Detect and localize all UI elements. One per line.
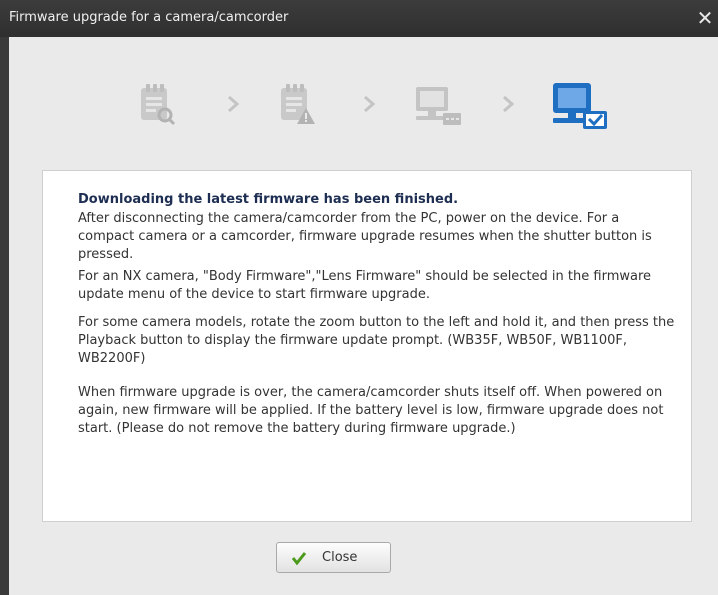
window-close-icon[interactable]: ✕ xyxy=(692,4,718,32)
title-bar: Firmware upgrade for a camera/camcorder … xyxy=(0,0,718,37)
message-paragraph: For some camera models, rotate the zoom … xyxy=(78,315,675,366)
close-button-label: Close xyxy=(322,550,358,565)
document-warning-icon xyxy=(281,84,315,124)
chevron-right-icon xyxy=(503,95,515,113)
message-paragraph: For an NX camera, "Body Firmware","Lens … xyxy=(78,269,652,302)
message-paragraph: When firmware upgrade is over, the camer… xyxy=(78,385,664,436)
chevron-right-icon xyxy=(364,95,376,113)
computer-transfer-icon xyxy=(416,87,461,125)
message-paragraph: After disconnecting the camera/camcorder… xyxy=(78,211,652,262)
firmware-upgrade-dialog: Firmware upgrade for a camera/camcorder … xyxy=(0,0,718,595)
close-button[interactable]: Close xyxy=(276,542,391,573)
progress-steps xyxy=(9,37,718,147)
message-heading: Downloading the latest firmware has been… xyxy=(78,192,459,207)
message-text: Downloading the latest firmware has been… xyxy=(78,191,678,438)
message-panel: Downloading the latest firmware has been… xyxy=(42,170,692,522)
chevron-right-icon xyxy=(228,95,240,113)
dialog-body: Downloading the latest firmware has been… xyxy=(9,37,718,595)
checkmark-icon xyxy=(291,552,307,566)
document-search-icon xyxy=(141,84,176,126)
window-title: Firmware upgrade for a camera/camcorder xyxy=(9,10,289,25)
computer-check-icon xyxy=(553,83,607,129)
